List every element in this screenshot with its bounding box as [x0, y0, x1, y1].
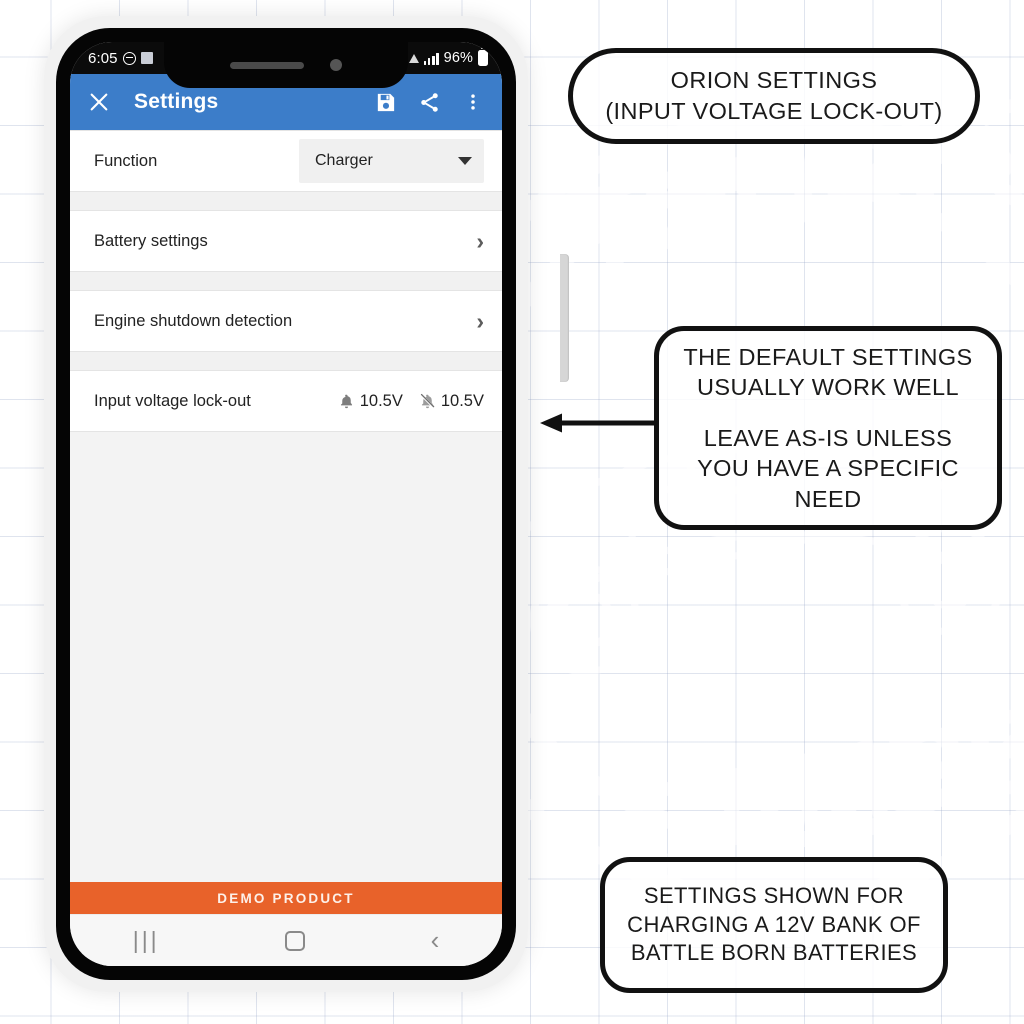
lockout-values: 10.5V 10.5V [338, 392, 484, 411]
status-bar-right: 96% [408, 47, 488, 66]
callout-text: THE DEFAULT SETTINGS USUALLY WORK WELL L… [667, 336, 988, 521]
demo-product-banner: DEMO PRODUCT [70, 882, 502, 914]
function-dropdown-value: Charger [315, 152, 373, 169]
callout-line: LEAVE AS-IS UNLESS [703, 424, 953, 451]
lockout-alarm-text: 10.5V [359, 391, 403, 410]
settings-row-engine-shutdown-detection[interactable]: Engine shutdown detection › [70, 290, 502, 352]
app-badge-icon [140, 52, 153, 64]
callout-battle-born: SETTINGS SHOWN FOR CHARGING A 12V BANK O… [600, 857, 948, 993]
phone-screen: 6:05 96% Settings Function Charger Batte… [70, 42, 502, 966]
bell-off-icon [419, 393, 435, 409]
callout-line: YOU HAVE A SPECIFIC [697, 455, 959, 482]
lockout-alarm-value: 10.5V [338, 392, 403, 411]
callout-line: USUALLY WORK WELL [697, 374, 959, 401]
battery-icon [478, 47, 488, 66]
row-label: Battery settings [94, 231, 208, 250]
phone-body: 6:05 96% Settings Function Charger Batte… [56, 28, 516, 980]
phone-notch [164, 42, 408, 88]
list-separator [70, 272, 502, 290]
callout-line: ORION SETTINGS [670, 67, 878, 94]
left-arrow-icon [540, 413, 654, 433]
callout-line: CHARGING A 12V BANK OF [627, 911, 921, 937]
chevron-right-icon: › [476, 307, 484, 334]
wifi-icon [408, 53, 419, 63]
callout-line: THE DEFAULT SETTINGS [683, 343, 973, 370]
poster-canvas: CAMPERS TOURIST 6:05 96% Settings Functi… [0, 0, 1024, 1024]
list-empty-space [70, 432, 502, 882]
power-button[interactable] [560, 254, 569, 382]
list-separator [70, 352, 502, 370]
row-label: Input voltage lock-out [94, 391, 251, 410]
earpiece-speaker [230, 61, 304, 69]
callout-line: BATTLE BORN BATTERIES [630, 940, 918, 966]
status-bar: 6:05 96% [70, 42, 502, 88]
overflow-menu-icon[interactable] [458, 87, 488, 117]
settings-list: Function Charger Battery settings › Engi… [70, 130, 502, 882]
lockout-clear-text: 10.5V [440, 391, 484, 410]
function-dropdown[interactable]: Charger [299, 139, 484, 183]
home-icon[interactable] [285, 930, 306, 951]
page-title: Settings [134, 90, 219, 113]
settings-row-function[interactable]: Function Charger [70, 130, 502, 192]
save-icon[interactable] [370, 87, 400, 117]
settings-row-input-voltage-lock-out[interactable]: Input voltage lock-out 10.5V 10.5V [70, 370, 502, 432]
close-icon[interactable] [86, 89, 112, 115]
front-camera [330, 59, 342, 71]
bell-on-icon [340, 394, 352, 408]
row-label: Engine shutdown detection [94, 311, 293, 330]
recents-icon[interactable]: ||| [133, 927, 160, 954]
callout-line: SETTINGS SHOWN FOR [643, 883, 905, 909]
list-separator [70, 192, 502, 210]
signal-bars-icon [423, 52, 439, 65]
callout-text: ORION SETTINGS (INPUT VOLTAGE LOCK-OUT) [589, 59, 958, 132]
callout-text: SETTINGS SHOWN FOR CHARGING A 12V BANK O… [611, 876, 937, 974]
callout-line: (INPUT VOLTAGE LOCK-OUT) [605, 98, 943, 124]
battery-percent: 96% [443, 50, 473, 66]
settings-row-battery-settings[interactable]: Battery settings › [70, 210, 502, 272]
do-not-disturb-icon [122, 51, 136, 65]
status-time: 6:05 [88, 49, 118, 67]
callout-spacer [683, 403, 972, 423]
phone-mockup: 6:05 96% Settings Function Charger Batte… [44, 16, 569, 992]
callout-line: NEED [794, 485, 862, 512]
chevron-right-icon: › [476, 227, 484, 254]
status-bar-left: 6:05 [88, 50, 153, 67]
callout-orion-settings: ORION SETTINGS (INPUT VOLTAGE LOCK-OUT) [568, 48, 980, 144]
chevron-down-icon [458, 157, 472, 165]
lockout-clear-value: 10.5V [419, 392, 484, 411]
row-label: Function [94, 151, 158, 170]
share-icon[interactable] [414, 87, 444, 117]
back-icon[interactable]: ‹ [431, 925, 440, 956]
callout-default-settings: THE DEFAULT SETTINGS USUALLY WORK WELL L… [654, 326, 1002, 530]
android-nav-bar: ||| ‹ [70, 914, 502, 966]
